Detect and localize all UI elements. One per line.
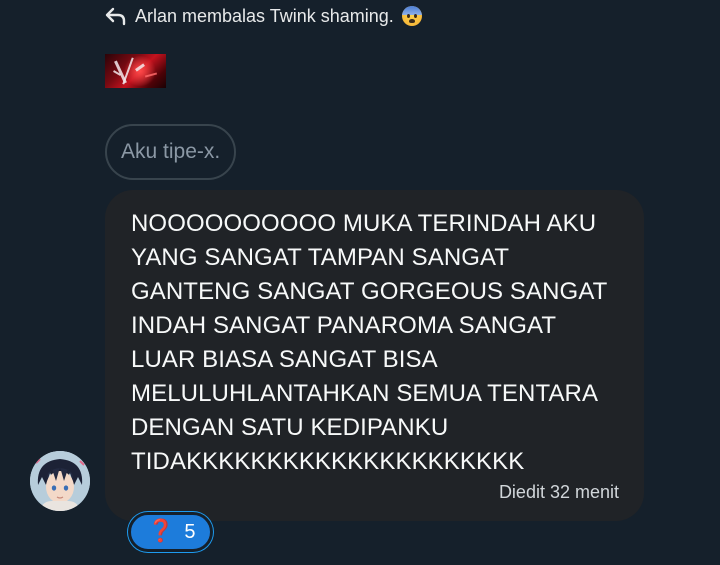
reply-arrow-icon [105, 5, 127, 27]
reaction-pill[interactable]: ❓ 5 [128, 512, 213, 552]
reply-context-text: Arlan membalas Twink shaming. [135, 5, 394, 26]
reply-context[interactable]: Arlan membalas Twink shaming. [105, 4, 422, 28]
question-mark-icon: ❓ [147, 519, 175, 544]
reaction-count: 5 [184, 520, 196, 543]
avatar[interactable] [30, 451, 90, 511]
quoted-message-text: Aku tipe-x. [121, 140, 221, 163]
fearful-face-emoji-icon [401, 6, 422, 26]
edited-label[interactable]: Diedit 32 menit [499, 482, 619, 503]
quoted-message-bubble[interactable]: Aku tipe-x. [105, 124, 237, 180]
sticker-image[interactable] [105, 54, 166, 88]
message-bubble[interactable]: NOOOOOOOOOO MUKA TERINDAH AKU YANG SANGA… [105, 190, 644, 521]
message-text: NOOOOOOOOOO MUKA TERINDAH AKU YANG SANGA… [131, 210, 608, 475]
